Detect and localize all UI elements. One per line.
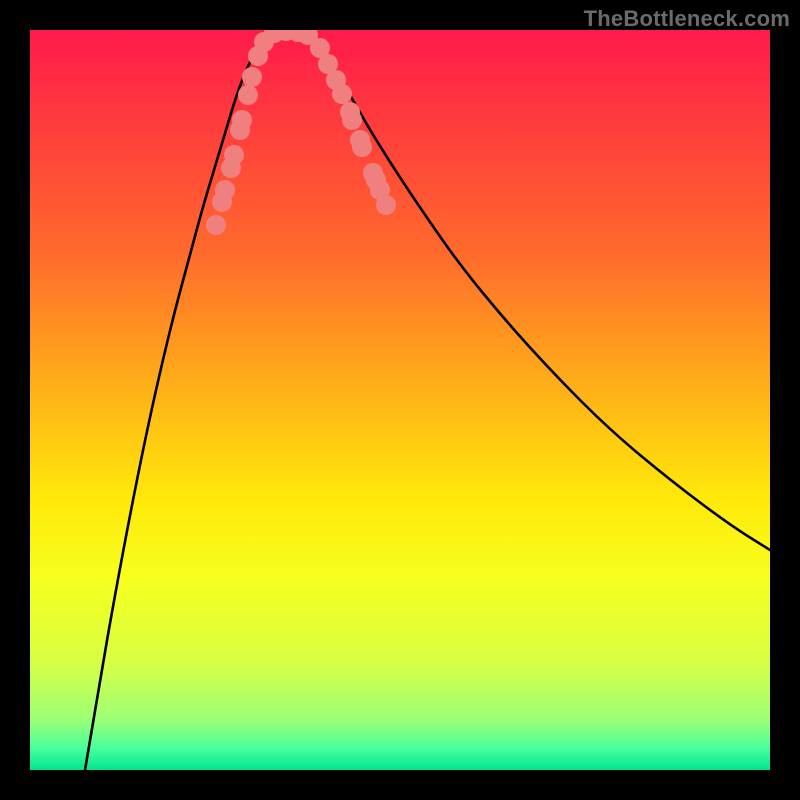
highlight-dot (232, 110, 252, 130)
highlight-dots-group (206, 30, 396, 235)
highlight-dot (224, 145, 244, 165)
highlight-dot (352, 137, 372, 157)
highlight-dot (206, 215, 226, 235)
highlight-dot (238, 85, 258, 105)
highlight-dot (332, 84, 352, 104)
highlight-dot (342, 110, 362, 130)
chart-frame: TheBottleneck.com (0, 0, 800, 800)
highlight-dot (376, 195, 396, 215)
highlight-dot (215, 180, 235, 200)
bottleneck-curve (85, 31, 770, 770)
highlight-dot (242, 67, 262, 87)
watermark-text: TheBottleneck.com (584, 6, 790, 32)
plot-area (30, 30, 770, 770)
curve-svg (30, 30, 770, 770)
